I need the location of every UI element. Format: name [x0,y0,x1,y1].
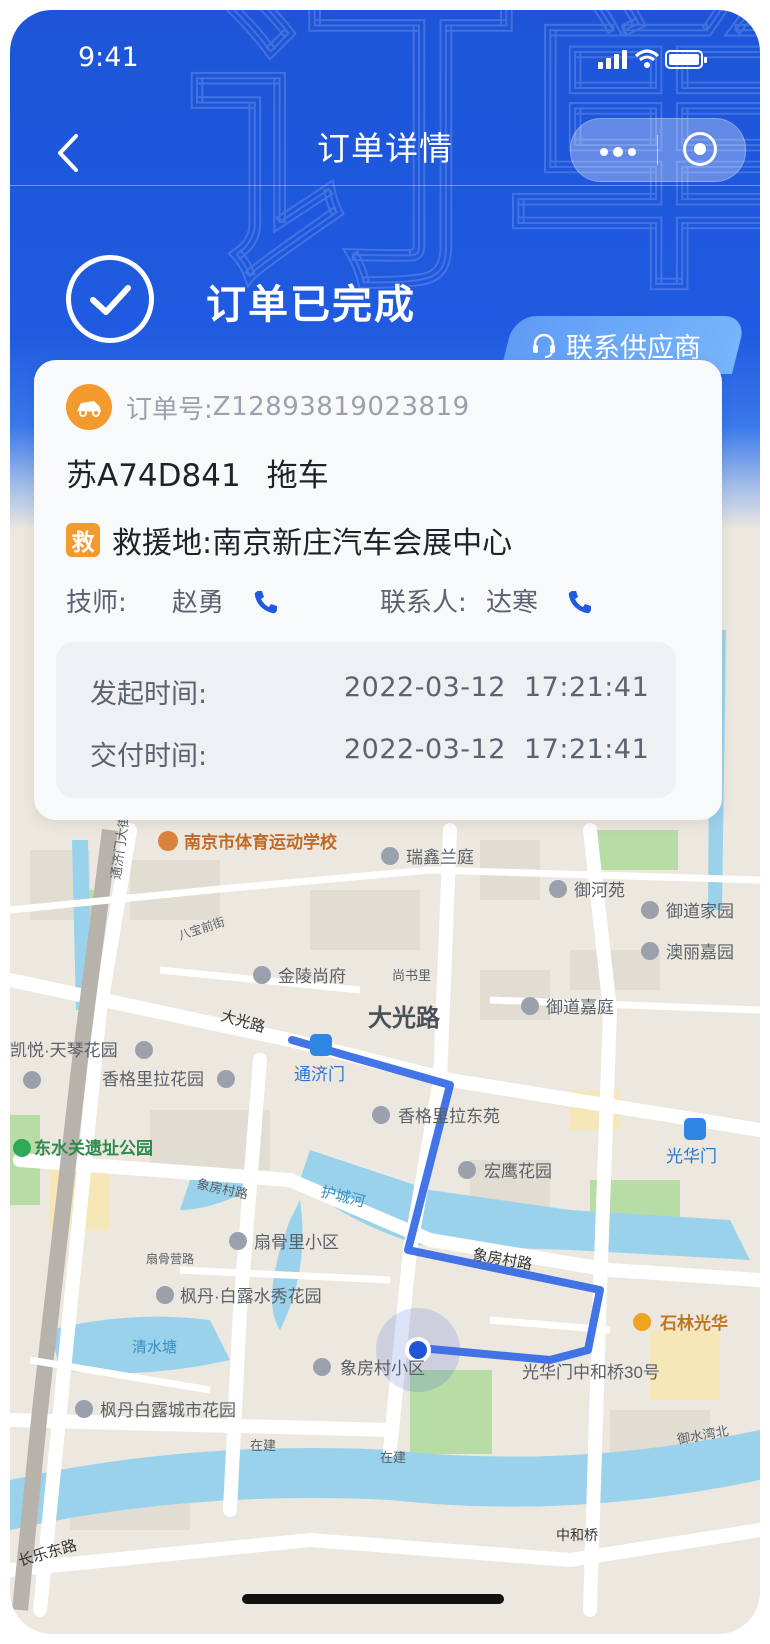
start-time: 17:21:41 [524,672,650,703]
map-label: 香格里拉花园 [102,1070,204,1089]
phone-screen: 南京市体育运动学校 瑞鑫兰庭 御河苑 御道家园 澳丽嘉园 御道嘉庭 金陵尚府 尚… [10,10,760,1634]
tow-truck-icon [66,384,112,430]
deliver-time-label: 交付时间: [90,741,208,772]
contact-supplier-label: 联系供应商 [566,332,701,364]
people-row: 技师: 赵勇 联系人: 达寒 [66,582,686,622]
map-label: 大光路 [368,1004,441,1032]
map-label: 御道家园 [666,902,734,921]
map-label: 石林光华 [659,1313,728,1333]
capsule-divider [657,135,658,165]
rescue-badge: 救 [66,523,100,557]
more-icon[interactable] [599,147,639,157]
map-label: 香格里拉东苑 [398,1107,500,1126]
map-label: 光华门中和桥30号 [522,1363,660,1382]
map-label: 光华门 [666,1147,717,1166]
close-target-icon[interactable] [683,132,717,166]
map-label: 凯悦·天琴花园 [10,1041,118,1060]
status-icons [598,49,707,69]
nav-divider [10,185,760,186]
map-label: 枫丹白露城市花园 [100,1401,236,1420]
contact-name: 达寒 [486,588,539,618]
map-label: 南京市体育运动学校 [184,832,338,852]
technician-name: 赵勇 [172,588,225,618]
order-info-card: 订单号: Z12893819023819 苏A74D841 拖车 救 救援地: … [34,360,722,820]
order-status-text: 订单已完成 [206,282,416,328]
rescue-location-row: 救 救援地: 南京新庄汽车会展中心 [66,518,512,562]
contact-label: 联系人: [380,588,467,618]
order-number: Z12893819023819 [212,392,470,422]
license-plate: 苏A74D841 [66,458,241,494]
vehicle-row: 苏A74D841 拖车 [66,450,329,495]
technician-label: 技师: [66,588,127,618]
map-label: 御道嘉庭 [546,998,614,1017]
deliver-time: 17:21:41 [524,734,650,765]
map-label: 在建 [380,1450,406,1465]
map-label: 御河苑 [574,881,625,900]
map-label: 通济门 [294,1065,345,1084]
map-label: 枫丹·白露水秀花园 [180,1287,322,1306]
map-label: 象房村小区 [340,1359,425,1378]
map-label: 在建 [250,1438,276,1453]
map-label: 澳丽嘉园 [666,943,734,962]
headset-icon [533,333,555,358]
deliver-date: 2022-03-12 [344,734,506,765]
order-number-row: 订单号: Z12893819023819 [66,384,470,430]
map-label: 宏鹰花园 [484,1162,552,1181]
status-bar-time: 9:41 [78,42,139,73]
map-label: 扇骨里小区 [254,1233,339,1252]
map-label: 东水关遗址公园 [34,1138,153,1158]
rescue-label: 救援地: [112,526,213,561]
map-label: 瑞鑫兰庭 [406,848,474,867]
map-label: 扇骨营路 [146,1251,194,1266]
map-label: 中和桥 [556,1527,598,1543]
call-contact-icon[interactable] [566,588,594,616]
start-date: 2022-03-12 [344,672,506,703]
map-label: 清水塘 [132,1339,177,1356]
start-time-label: 发起时间: [90,679,208,710]
call-technician-icon[interactable] [252,588,280,616]
service-type: 拖车 [266,458,329,494]
order-number-label: 订单号: [126,394,213,425]
start-time-row: 发起时间: 2022-03-12 17:21:41 [90,672,650,711]
time-info-box: 发起时间: 2022-03-12 17:21:41 交付时间: 2022-03-… [56,642,676,798]
rescue-place: 南京新庄汽车会展中心 [212,526,513,561]
mini-program-capsule[interactable] [570,118,746,182]
current-location-marker [409,1341,427,1359]
completed-check-icon [66,255,154,343]
deliver-time-row: 交付时间: 2022-03-12 17:21:41 [90,734,650,773]
map-label: 尚书里 [392,968,431,983]
map-label: 金陵尚府 [278,967,346,986]
home-indicator[interactable] [242,1594,504,1604]
